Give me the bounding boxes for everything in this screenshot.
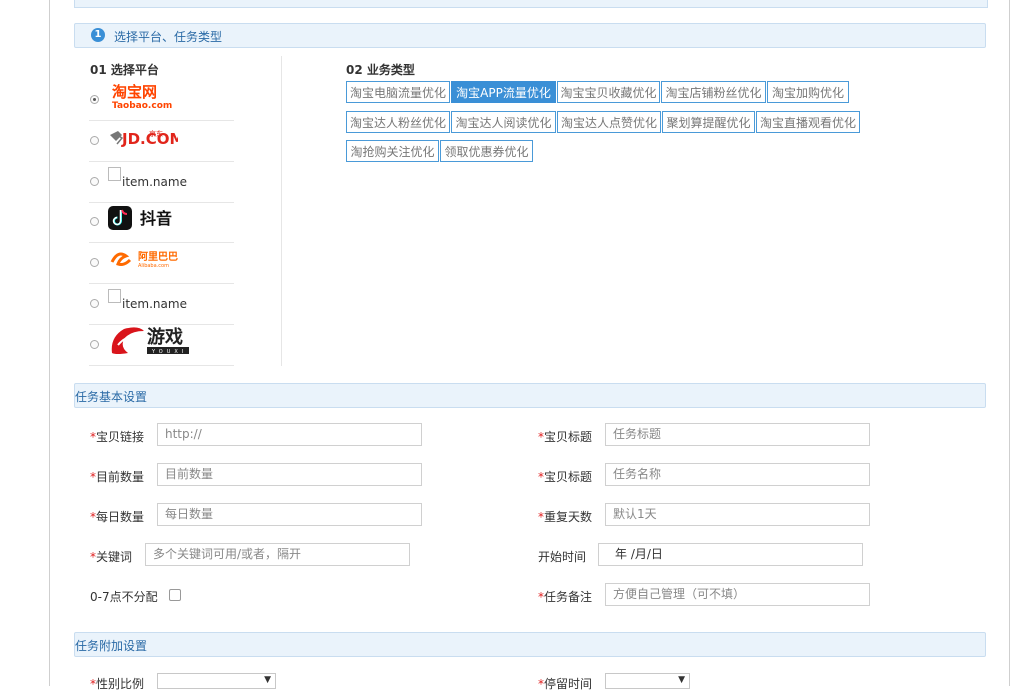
task-type-button[interactable]: 淘宝达人阅读优化 [451, 111, 556, 133]
stay-time-select[interactable]: ▼ [605, 673, 690, 689]
no-distribute-checkbox[interactable] [169, 589, 181, 601]
field-label-count: *目前数量 [90, 470, 145, 484]
section-header-basic: 任务基本设置 [74, 383, 986, 408]
taobao-logo-icon: 淘宝网 Taobao.com [108, 82, 178, 113]
platform-column-title: 01 选择平台 [90, 63, 159, 77]
svg-text:Alibaba.com: Alibaba.com [138, 263, 169, 269]
youxi-logo-icon: 游戏 YOUXI [108, 323, 198, 362]
platform-radio[interactable] [90, 340, 99, 349]
platform-radio[interactable] [90, 95, 99, 104]
step-number-badge: 1 [91, 28, 105, 42]
section-title: 任务基本设置 [75, 390, 148, 404]
field-label-title-2: *宝贝标题 [538, 470, 593, 484]
page-left-border [49, 0, 50, 686]
broken-image-icon: item.name [108, 167, 187, 189]
svg-text:游戏: 游戏 [147, 326, 183, 348]
platform-option-alibaba[interactable]: 阿里巴巴 Alibaba.com [89, 243, 234, 284]
daily-count-input[interactable]: 每日数量 [157, 503, 422, 526]
svg-text:阿里巴巴: 阿里巴巴 [138, 251, 178, 263]
column-divider [281, 56, 282, 366]
field-label-link: *宝贝链接 [90, 430, 145, 444]
item-title-input[interactable]: 任务标题 [605, 423, 870, 446]
task-type-button[interactable]: 聚划算提醒优化 [662, 111, 755, 133]
task-type-button[interactable]: 淘宝直播观看优化 [756, 111, 860, 133]
field-label-gender: *性别比例 [90, 677, 145, 691]
field-label-repeat: *重复天数 [538, 510, 593, 524]
task-type-button[interactable]: 淘宝达人点赞优化 [557, 111, 661, 133]
section-title: 任务附加设置 [75, 639, 148, 653]
task-type-button-selected[interactable]: 淘宝APP流量优化 [451, 81, 556, 103]
platform-radio[interactable] [90, 299, 99, 308]
field-label-keyword: *关键词 [90, 550, 133, 564]
platform-option-youxi[interactable]: 游戏 YOUXI [89, 325, 234, 366]
platform-option-unknown-2[interactable]: item.name [89, 284, 234, 325]
task-type-button[interactable]: 淘宝达人粉丝优化 [346, 111, 450, 133]
platform-radio[interactable] [90, 258, 99, 267]
field-label-daily: *每日数量 [90, 510, 145, 524]
gender-ratio-select[interactable]: ▼ [157, 673, 276, 689]
svg-text:YOUXI: YOUXI [151, 349, 187, 355]
chevron-down-icon: ▼ [264, 675, 271, 685]
platform-option-jd[interactable]: JD.COM 京东 [89, 121, 234, 162]
platform-option-unknown-1[interactable]: item.name [89, 162, 234, 203]
section-header-extra: 任务附加设置 [74, 632, 986, 657]
repeat-days-input[interactable]: 默认1天 [605, 503, 870, 526]
douyin-logo-icon: 抖音 [108, 205, 178, 234]
field-label-stay: *停留时间 [538, 677, 593, 691]
start-date-input[interactable]: 年 /月/日 [598, 543, 863, 566]
type-column-title: 02 业务类型 [346, 63, 415, 77]
task-type-button[interactable]: 领取优惠券优化 [440, 140, 533, 162]
keyword-input[interactable]: 多个关键词可用/或者，隔开 [145, 543, 410, 566]
page-right-border [1009, 0, 1010, 686]
task-type-button[interactable]: 淘宝电脑流量优化 [346, 81, 450, 103]
alibaba-logo-icon: 阿里巴巴 Alibaba.com [108, 248, 188, 275]
chevron-down-icon: ▼ [678, 675, 685, 685]
svg-text:淘宝网: 淘宝网 [111, 83, 157, 101]
platform-option-douyin[interactable]: 抖音 [89, 202, 234, 243]
svg-text:京东: 京东 [149, 129, 163, 138]
platform-option-taobao[interactable]: 淘宝网 Taobao.com [89, 80, 234, 121]
platform-radio[interactable] [90, 177, 99, 186]
jd-logo-icon: JD.COM 京东 [108, 125, 184, 152]
task-name-input[interactable]: 任务名称 [605, 463, 870, 486]
current-count-input[interactable]: 目前数量 [157, 463, 422, 486]
task-type-button[interactable]: 淘宝宝贝收藏优化 [557, 81, 660, 103]
section-title: 选择平台、任务类型 [114, 30, 223, 44]
field-label-start-time: 开始时间 [538, 550, 587, 564]
section-header-platform: 1 选择平台、任务类型 [74, 23, 986, 48]
field-label-title: *宝贝标题 [538, 430, 593, 444]
field-label-no-distribute: 0-7点不分配 [90, 590, 158, 604]
task-type-button[interactable]: 淘抢购关注优化 [346, 140, 439, 162]
broken-image-icon: item.name [108, 289, 187, 311]
platform-radio[interactable] [90, 217, 99, 226]
field-label-note: *任务备注 [538, 590, 593, 604]
svg-text:Taobao.com: Taobao.com [112, 101, 172, 110]
task-type-button[interactable]: 淘宝店铺粉丝优化 [661, 81, 766, 103]
task-type-button[interactable]: 淘宝加购优化 [767, 81, 849, 103]
top-section-strip [74, 0, 988, 8]
platform-radio[interactable] [90, 136, 99, 145]
item-link-input[interactable]: http:// [157, 423, 422, 446]
task-note-input[interactable]: 方便自己管理（可不填） [605, 583, 870, 606]
svg-text:抖音: 抖音 [140, 209, 172, 228]
